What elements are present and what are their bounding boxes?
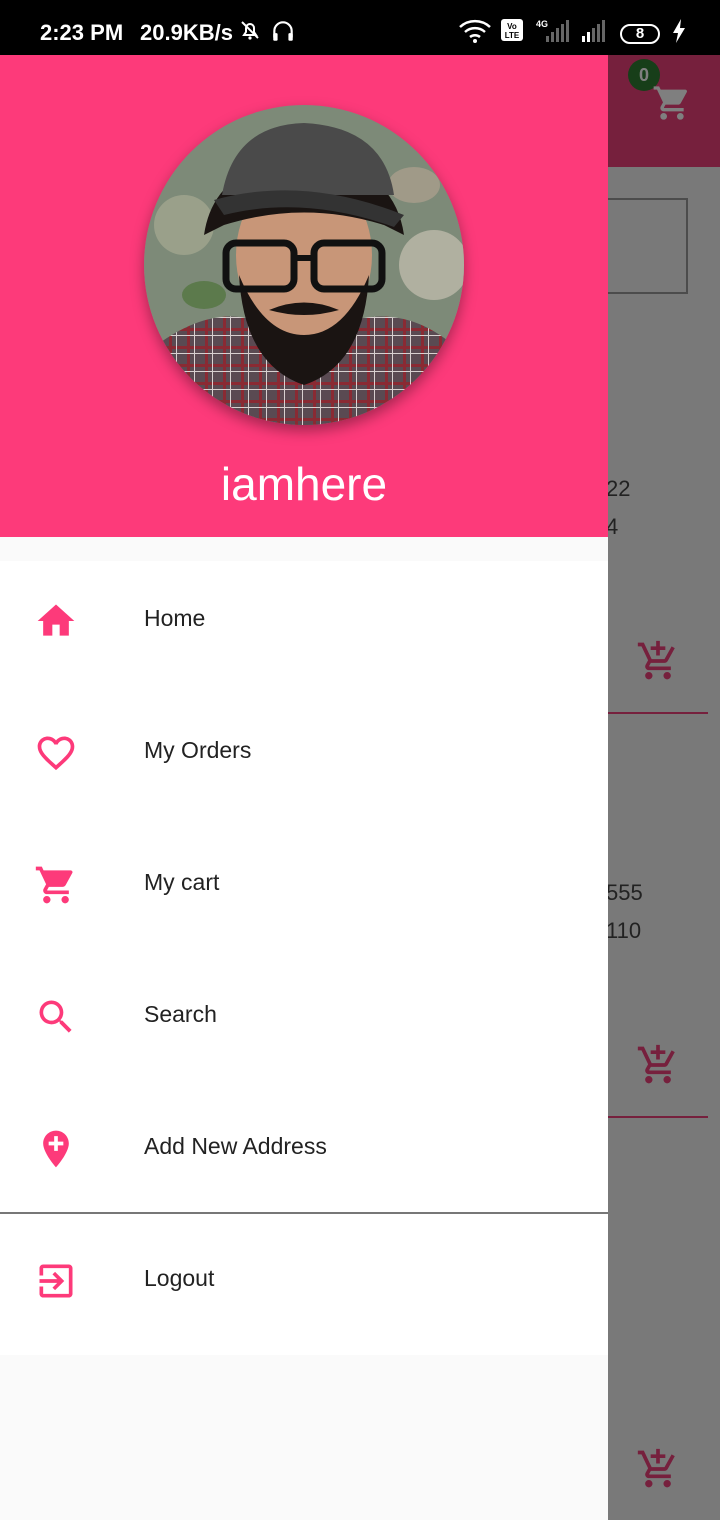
logout-icon — [39, 1264, 73, 1298]
menu-item-label: Search — [144, 1001, 217, 1027]
battery-level: 8 — [635, 25, 645, 42]
cart-icon — [35, 866, 73, 904]
headphones-icon — [273, 21, 293, 41]
charging-icon — [673, 19, 685, 43]
menu-item-my-orders[interactable]: My Orders — [0, 693, 608, 825]
battery-icon: 8 — [620, 24, 660, 44]
avatar[interactable] — [144, 105, 464, 425]
add-location-icon — [43, 1130, 69, 1168]
menu-item-search[interactable]: Search — [0, 957, 608, 1089]
mute-bell-icon — [241, 21, 259, 40]
drawer-header: iamhere — [0, 55, 608, 537]
menu-item-add-new-address[interactable]: Add New Address — [0, 1089, 608, 1221]
menu-item-label: Add New Address — [144, 1133, 327, 1159]
menu-item-my-cart[interactable]: My cart — [0, 825, 608, 957]
heart-icon — [37, 736, 75, 771]
signal-icon-2 — [582, 20, 605, 42]
status-bar: 2:23 PM 20.9KB/s Vo LTE 4G 8 — [0, 0, 720, 55]
svg-text:Vo: Vo — [507, 22, 517, 31]
navigation-drawer: iamhere Home My Orders My cart Search Ad… — [0, 55, 608, 1520]
wifi-icon — [459, 19, 491, 43]
profile-photo — [144, 105, 464, 425]
svg-text:4G: 4G — [536, 19, 548, 29]
search-icon — [39, 1000, 72, 1033]
svg-text:LTE: LTE — [505, 31, 520, 40]
volte-icon: Vo LTE — [501, 19, 523, 41]
home-icon — [37, 604, 75, 636]
menu-item-label: Home — [144, 605, 206, 631]
menu-divider — [0, 1212, 608, 1214]
username: iamhere — [220, 458, 388, 510]
menu-item-logout[interactable]: Logout — [0, 1221, 608, 1353]
menu-item-home[interactable]: Home — [0, 561, 608, 693]
status-time: 2:23 PM — [40, 20, 124, 45]
signal-icon: 4G — [536, 19, 569, 42]
menu-item-label: My cart — [144, 869, 220, 895]
drawer-menu: Home My Orders My cart Search Add New Ad… — [0, 561, 608, 1355]
menu-item-label: Logout — [144, 1265, 215, 1291]
network-speed: 20.9KB/s — [140, 20, 233, 45]
menu-item-label: My Orders — [144, 737, 252, 763]
